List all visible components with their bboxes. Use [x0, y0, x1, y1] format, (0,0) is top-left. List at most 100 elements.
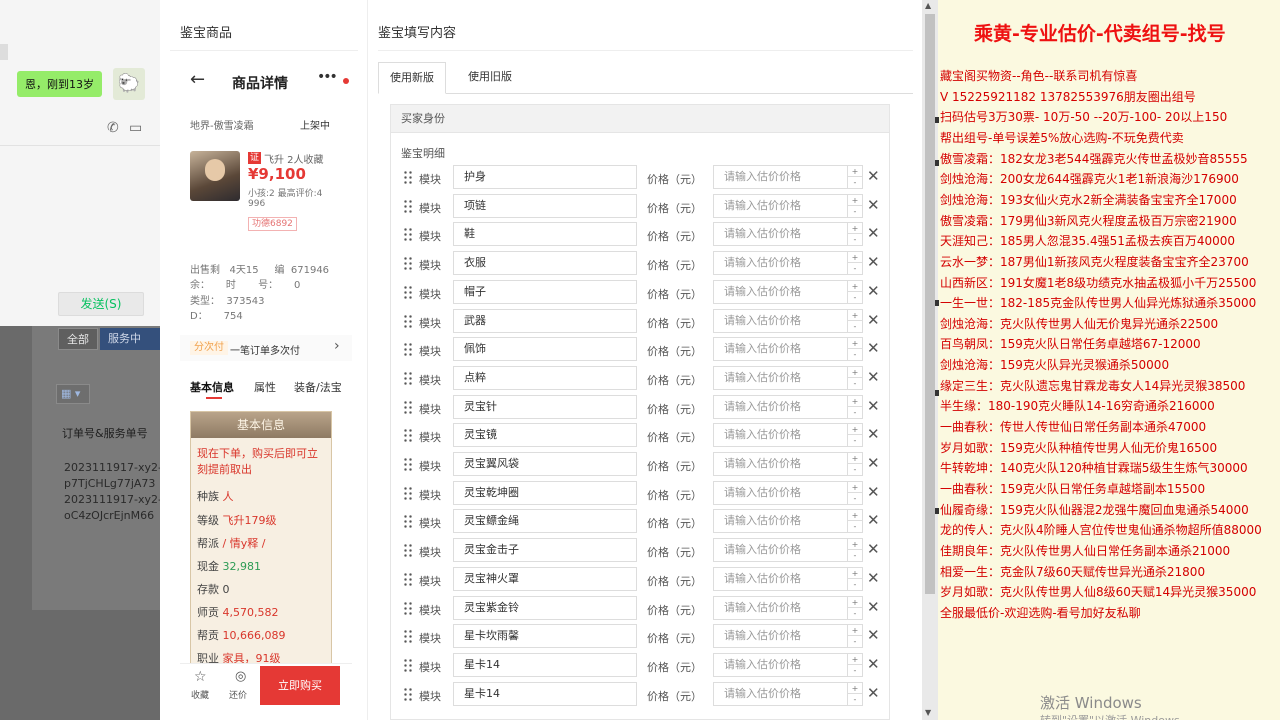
- module-name-input[interactable]: 项链: [453, 193, 637, 218]
- price-stepper[interactable]: + -: [847, 223, 862, 246]
- price-stepper[interactable]: + -: [847, 653, 862, 676]
- increment-icon[interactable]: +: [848, 310, 862, 321]
- tab-equipment[interactable]: 装备/法宝: [294, 379, 342, 395]
- delete-row-icon[interactable]: ✕: [867, 368, 880, 386]
- price-input[interactable]: 请输入估价价格: [713, 279, 863, 304]
- price-stepper[interactable]: + -: [847, 252, 862, 275]
- delete-row-icon[interactable]: ✕: [867, 397, 880, 415]
- delete-row-icon[interactable]: ✕: [867, 454, 880, 472]
- module-name-input[interactable]: 灵宝金击子: [453, 538, 637, 563]
- drag-handle-icon[interactable]: [403, 313, 413, 328]
- module-name-input[interactable]: 灵宝鳔金绳: [453, 509, 637, 534]
- price-input[interactable]: 请输入估价价格: [713, 193, 863, 218]
- delete-row-icon[interactable]: ✕: [867, 167, 880, 185]
- decrement-icon[interactable]: -: [848, 550, 862, 561]
- tab-old-version[interactable]: 使用旧版: [458, 62, 522, 94]
- tab-attributes[interactable]: 属性: [254, 379, 276, 395]
- decrement-icon[interactable]: -: [848, 521, 862, 532]
- drag-handle-icon[interactable]: [403, 428, 413, 443]
- module-name-input[interactable]: 点粹: [453, 365, 637, 390]
- price-input[interactable]: 请输入估价价格: [713, 624, 863, 649]
- price-input[interactable]: 请输入估价价格: [713, 595, 863, 620]
- decrement-icon[interactable]: -: [848, 378, 862, 389]
- increment-icon[interactable]: +: [848, 539, 862, 551]
- delete-row-icon[interactable]: ✕: [867, 425, 880, 443]
- delete-row-icon[interactable]: ✕: [867, 253, 880, 271]
- increment-icon[interactable]: +: [848, 683, 862, 694]
- price-input[interactable]: 请输入估价价格: [713, 452, 863, 476]
- drag-handle-icon[interactable]: [403, 170, 413, 184]
- scroll-down-icon[interactable]: ▼: [925, 708, 931, 717]
- price-stepper[interactable]: + -: [847, 596, 862, 619]
- send-button[interactable]: 发送(S): [58, 292, 144, 316]
- price-input[interactable]: 请输入估价价格: [713, 222, 863, 247]
- delete-row-icon[interactable]: ✕: [867, 224, 880, 242]
- bargain-label[interactable]: 还价: [229, 688, 247, 701]
- favorite-label[interactable]: 收藏: [191, 688, 209, 701]
- delete-row-icon[interactable]: ✕: [867, 569, 880, 587]
- decrement-icon[interactable]: -: [848, 263, 862, 274]
- tab-basic-info[interactable]: 基本信息: [190, 379, 234, 395]
- price-input[interactable]: 请输入估价价格: [713, 423, 863, 448]
- module-name-input[interactable]: 鞋: [453, 222, 637, 247]
- delete-row-icon[interactable]: ✕: [867, 598, 880, 616]
- drag-handle-icon[interactable]: [403, 629, 413, 644]
- decrement-icon[interactable]: -: [848, 665, 862, 676]
- increment-icon[interactable]: +: [848, 654, 862, 665]
- price-stepper[interactable]: + -: [847, 682, 862, 705]
- tab-new-version[interactable]: 使用新版: [378, 62, 446, 94]
- delete-row-icon[interactable]: ✕: [867, 339, 880, 357]
- decrement-icon[interactable]: -: [848, 608, 862, 619]
- decrement-icon[interactable]: -: [848, 464, 862, 475]
- increment-icon[interactable]: +: [848, 424, 862, 436]
- price-stepper[interactable]: + -: [847, 453, 862, 475]
- module-name-input[interactable]: 灵宝乾坤圈: [453, 480, 637, 505]
- delete-row-icon[interactable]: ✕: [867, 282, 880, 300]
- delete-row-icon[interactable]: ✕: [867, 626, 880, 644]
- decrement-icon[interactable]: -: [848, 435, 862, 446]
- delete-row-icon[interactable]: ✕: [867, 483, 880, 501]
- module-name-input[interactable]: 灵宝镜: [453, 423, 637, 448]
- price-input[interactable]: 请输入估价价格: [713, 251, 863, 276]
- star-icon[interactable]: ☆: [194, 669, 207, 685]
- module-name-input[interactable]: 灵宝紫金铃: [453, 595, 637, 620]
- price-stepper[interactable]: + -: [847, 424, 862, 447]
- drag-handle-icon[interactable]: [403, 256, 413, 271]
- module-name-input[interactable]: 星卡坎雨馨: [453, 624, 637, 649]
- decrement-icon[interactable]: -: [848, 349, 862, 360]
- price-input[interactable]: 请输入估价价格: [713, 681, 863, 706]
- module-name-input[interactable]: 护身: [453, 165, 637, 189]
- increment-icon[interactable]: +: [848, 396, 862, 407]
- module-name-input[interactable]: 武器: [453, 308, 637, 333]
- module-name-input[interactable]: 星卡14: [453, 652, 637, 677]
- more-icon[interactable]: •••: [317, 69, 338, 85]
- delete-row-icon[interactable]: ✕: [867, 311, 880, 329]
- price-input[interactable]: 请输入估价价格: [713, 337, 863, 362]
- drag-handle-icon[interactable]: [403, 342, 413, 357]
- increment-icon[interactable]: +: [848, 281, 862, 292]
- grid-view-icon[interactable]: ▦ ▾: [56, 384, 90, 404]
- price-stepper[interactable]: + -: [847, 280, 862, 303]
- price-input[interactable]: 请输入估价价格: [713, 365, 863, 390]
- delete-row-icon[interactable]: ✕: [867, 196, 880, 214]
- price-input[interactable]: 请输入估价价格: [713, 308, 863, 333]
- increment-icon[interactable]: +: [848, 625, 862, 637]
- decrement-icon[interactable]: -: [848, 206, 862, 217]
- decrement-icon[interactable]: -: [848, 407, 862, 418]
- increment-icon[interactable]: +: [848, 453, 862, 464]
- decrement-icon[interactable]: -: [848, 579, 862, 590]
- increment-icon[interactable]: +: [848, 568, 862, 579]
- decrement-icon[interactable]: -: [848, 493, 862, 504]
- price-stepper[interactable]: + -: [847, 194, 862, 217]
- tab-all[interactable]: 全部: [58, 328, 98, 350]
- price-input[interactable]: 请输入估价价格: [713, 509, 863, 534]
- back-arrow-icon[interactable]: ←: [190, 69, 205, 90]
- increment-icon[interactable]: +: [848, 338, 862, 350]
- module-name-input[interactable]: 灵宝针: [453, 394, 637, 419]
- video-call-icon[interactable]: ▭: [129, 120, 142, 136]
- increment-icon[interactable]: +: [848, 223, 862, 235]
- bargain-icon[interactable]: ◎: [235, 669, 246, 684]
- price-input[interactable]: 请输入估价价格: [713, 480, 863, 505]
- decrement-icon[interactable]: -: [848, 177, 862, 188]
- price-input[interactable]: 请输入估价价格: [713, 652, 863, 677]
